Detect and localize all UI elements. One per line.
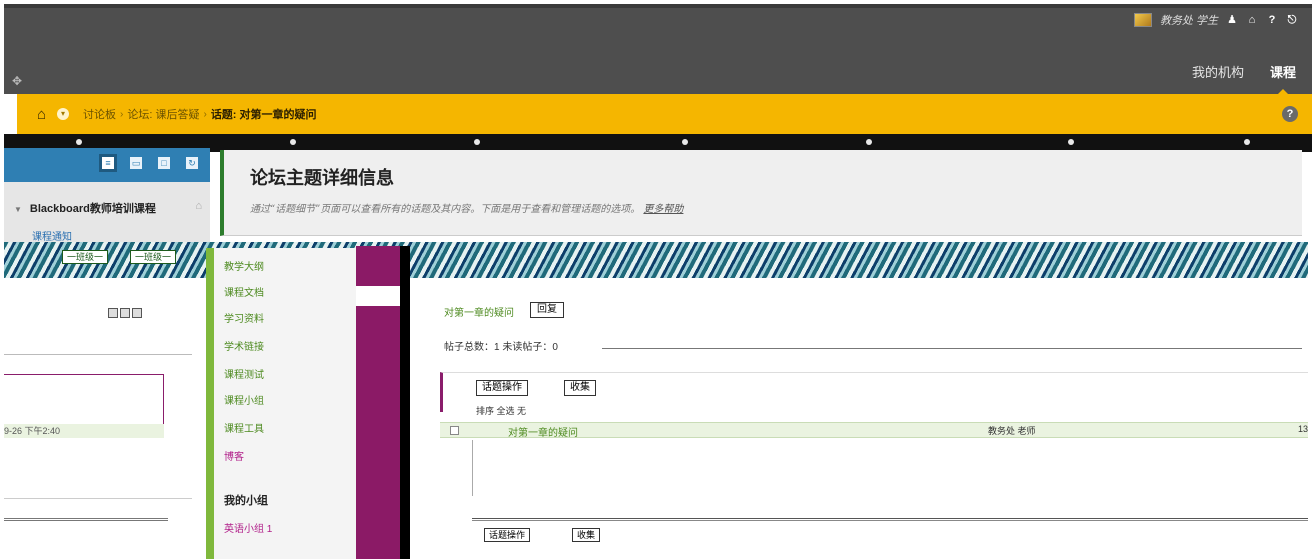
- download-icon[interactable]: [108, 308, 118, 318]
- logout-icon[interactable]: ⎋: [1286, 14, 1298, 26]
- course-home-icon[interactable]: ⌂: [195, 200, 202, 212]
- breadcrumb-separator: ›: [120, 108, 124, 120]
- post-author: 教务处 老师: [988, 426, 1036, 436]
- page-title: 论坛主题详细信息: [250, 168, 394, 189]
- timestamp: 9-26 下午2:40: [4, 424, 164, 438]
- help-icon[interactable]: ?: [1266, 14, 1278, 26]
- divider: [4, 518, 168, 521]
- refresh-icon[interactable]: ↻: [186, 157, 198, 169]
- collect-button[interactable]: 收集: [564, 380, 596, 396]
- view-icons: [108, 308, 142, 318]
- help-icon[interactable]: ?: [1282, 106, 1298, 122]
- divider: [472, 518, 1308, 521]
- accent-column: [356, 246, 400, 559]
- thread-content: 对第一章的疑问 回复 帖子总数：1 未读帖子：0 话题操作 收集 排序 全选 无…: [412, 282, 1308, 559]
- user-icon[interactable]: ♟: [1226, 14, 1238, 26]
- group-item[interactable]: 英语小组 1: [224, 520, 272, 535]
- course-menu-list: 教学大纲 课程文档 学习资料 学术链接 课程测试 课程小组 课程工具 博客 我的…: [206, 248, 356, 559]
- divider: [4, 354, 192, 355]
- divider-column: [400, 246, 410, 559]
- glitch-tab: 一班级一: [62, 250, 109, 264]
- breadcrumb-separator: ›: [203, 108, 207, 120]
- user-area: 教务处 学生 ♟ ⌂ ? ⎋: [1133, 12, 1298, 28]
- breadcrumb: ⌂ ▾ 讨论板 › 论坛: 课后答疑 › 话题: 对第一章的疑问 ?: [17, 94, 1312, 134]
- course-title[interactable]: Blackboard教师培训课程: [14, 200, 156, 216]
- global-header: ✥ 教务处 学生 ♟ ⌂ ? ⎋ 我的机构 课程: [4, 4, 1312, 94]
- menu-item-tools[interactable]: 课程工具: [224, 420, 264, 435]
- breadcrumb-item-forum[interactable]: 论坛: 课后答疑: [127, 106, 199, 122]
- menu-item-groups[interactable]: 课程小组: [224, 392, 264, 407]
- breadcrumb-current: 话题: 对第一章的疑问: [210, 109, 317, 121]
- folder-view-icon[interactable]: ▭: [130, 157, 142, 169]
- select-controls[interactable]: 排序 全选 无: [476, 404, 526, 417]
- home-icon[interactable]: ⌂: [37, 106, 55, 123]
- table-row[interactable]: 对第一章的疑问 教务处 老师 13: [440, 422, 1308, 439]
- header-edge: [4, 4, 1312, 8]
- thread-actions-button[interactable]: 话题操作: [476, 380, 528, 396]
- home-icon[interactable]: ⌂: [1246, 14, 1258, 26]
- course-menu-toolbar: ≡ ▭ □ ↻: [4, 148, 210, 182]
- page-heading: 论坛主题详细信息 通过“话题细节”页面可以查看所有的话题及其内容。下面是用于查看…: [220, 150, 1302, 236]
- divider: [602, 348, 1302, 349]
- user-name[interactable]: 教务处 学生: [1160, 12, 1218, 28]
- post-number: 13: [1297, 424, 1308, 434]
- post-body-area: [472, 440, 1308, 496]
- chevron-down-icon[interactable]: ▾: [57, 108, 69, 120]
- breadcrumb-item-discussion-board[interactable]: 讨论板: [83, 106, 116, 122]
- menu-item-materials[interactable]: 学习资料: [224, 310, 264, 325]
- avatar[interactable]: [1133, 13, 1152, 27]
- collect-button-bottom[interactable]: 收集: [572, 528, 601, 542]
- left-content-fragment: 9-26 下午2:40: [4, 278, 192, 559]
- menu-item-blog[interactable]: 博客: [224, 448, 244, 463]
- page-description: 通过“话题细节”页面可以查看所有的话题及其内容。下面是用于查看和管理话题的选项。…: [250, 200, 683, 215]
- rendering-glitch-band: [4, 242, 1308, 278]
- my-groups-heading[interactable]: 我的小组: [224, 492, 268, 508]
- menu-item-links[interactable]: 学术链接: [224, 338, 264, 353]
- post-title-link[interactable]: 对第一章的疑问: [508, 424, 578, 439]
- course-menu-panel: ≡ ▭ □ ↻ Blackboard教师培训课程 ⌂ 课程通知: [4, 148, 210, 246]
- menu-item-tests[interactable]: 课程测试: [224, 366, 264, 381]
- print-icon[interactable]: [120, 308, 130, 318]
- more-help-link[interactable]: 更多帮助: [643, 204, 683, 215]
- list-view-icon[interactable]: ≡: [99, 154, 117, 172]
- thread-actions-button-bottom[interactable]: 话题操作: [484, 528, 531, 542]
- menu-item-course-docs[interactable]: 课程文档: [224, 284, 264, 299]
- window-icon[interactable]: □: [158, 157, 170, 169]
- thread-title: 对第一章的疑问: [444, 308, 514, 319]
- row-checkbox[interactable]: [450, 426, 459, 435]
- fragment-box: [4, 374, 164, 426]
- drag-handle-icon[interactable]: ✥: [12, 74, 22, 88]
- course-menu-link-announcements[interactable]: 课程通知: [32, 228, 72, 243]
- menu-item-syllabus[interactable]: 教学大纲: [224, 258, 264, 273]
- thread-stats: 帖子总数：1 未读帖子：0: [444, 342, 558, 353]
- page-description-text: 通过“话题细节”页面可以查看所有的话题及其内容。下面是用于查看和管理话题的选项。: [250, 204, 641, 215]
- reply-button[interactable]: 回复: [530, 302, 564, 318]
- divider: [4, 498, 192, 499]
- expand-icon[interactable]: [132, 308, 142, 318]
- header-icons: ♟ ⌂ ? ⎋: [1226, 14, 1298, 26]
- glitch-tab: 一班级一: [130, 250, 177, 264]
